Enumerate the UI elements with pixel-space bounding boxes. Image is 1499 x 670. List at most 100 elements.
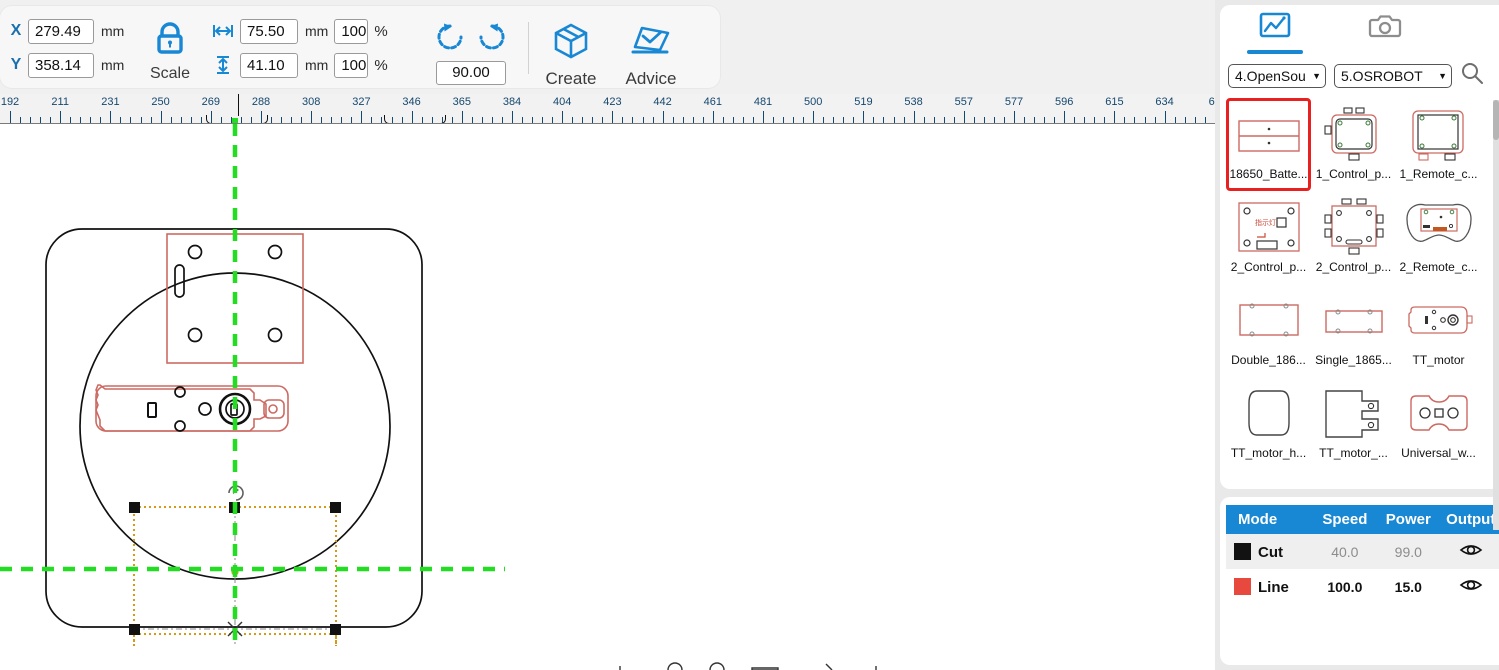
rotate-clockwise-icon[interactable] [477, 22, 507, 57]
thumbnail-1-remote-control[interactable]: 1_Remote_c... [1396, 98, 1481, 191]
ruler-label: 500 [804, 96, 823, 108]
ruler-label: 327 [352, 96, 371, 108]
ruler-minor-tick [451, 117, 453, 123]
header-output[interactable]: Output [1439, 505, 1499, 534]
thumbnail-universal-wheel[interactable]: Universal_w... [1396, 377, 1481, 470]
box-3d-icon [550, 23, 592, 66]
output-cell[interactable] [1439, 534, 1499, 569]
power-cell[interactable]: 15.0 [1377, 569, 1440, 604]
thumbnail-label: TT_motor_... [1319, 446, 1388, 460]
thumbnail-2-remote-control[interactable]: 2_Remote_c... [1396, 191, 1481, 284]
panel-tab-bar [1220, 5, 1499, 59]
ruler-major-tick [110, 111, 112, 123]
ruler-minor-tick [692, 117, 694, 123]
ruler-label: 346 [402, 96, 421, 108]
ruler-minor-tick [80, 117, 82, 123]
thumbnail-tt-motor-bracket[interactable]: TT_motor_... [1311, 377, 1396, 470]
height-percent-input[interactable]: 100 [334, 52, 369, 78]
thumbnail-tt-motor[interactable]: TT_motor [1396, 284, 1481, 377]
header-speed[interactable]: Speed [1312, 505, 1378, 534]
color-swatch[interactable] [1234, 542, 1251, 560]
ruler-major-tick [562, 111, 564, 123]
horizontal-arrows-icon [212, 20, 234, 42]
svg-text:指示灯: 指示灯 [1255, 218, 1276, 227]
x-position-row: X 279.49 mm [8, 16, 124, 46]
thumbnail-2-control-panel-a[interactable]: 指示灯 2_Control_p... [1226, 191, 1311, 284]
ruler-label: 481 [753, 96, 773, 108]
tab-camera[interactable] [1330, 11, 1440, 59]
ruler-minor-tick [893, 117, 895, 123]
speed-cell[interactable]: 100.0 [1312, 569, 1378, 604]
thumbnail-18650-battery[interactable]: 18650_Batte... [1226, 98, 1311, 191]
table-row[interactable]: Cut 40.0 99.0 [1226, 534, 1499, 569]
ruler-minor-tick [622, 117, 624, 123]
mode-cell[interactable]: Line [1226, 569, 1313, 604]
thumbnail-label: 1_Remote_c... [1399, 167, 1478, 181]
double-18650-icon [1230, 287, 1308, 353]
ruler-major-tick [913, 111, 915, 123]
ruler-minor-tick [381, 117, 383, 123]
library-panel: 4.OpenSou ▼ 5.OSROBOT ▼ 18650_Batte... 1… [1220, 5, 1499, 489]
thumbnail-label: 2_Control_p... [1315, 260, 1392, 274]
header-mode[interactable]: Mode [1226, 505, 1313, 534]
color-swatch[interactable] [1234, 577, 1251, 595]
thumbnail-single-18650[interactable]: Single_1865... [1311, 284, 1396, 377]
panel-scrollbar-thumb[interactable] [1493, 100, 1499, 140]
ruler-major-tick [361, 111, 363, 123]
ruler-minor-tick [1104, 117, 1106, 123]
ruler-label: 423 [603, 96, 622, 108]
search-icon[interactable] [1460, 61, 1484, 90]
ruler-minor-tick [1154, 117, 1156, 123]
ruler-label: 211 [51, 96, 69, 108]
remote-2-icon [1400, 194, 1478, 260]
thumbnail-1-control-panel[interactable]: 1_Control_p... [1311, 98, 1396, 191]
ruler-minor-tick [943, 117, 945, 123]
power-cell[interactable]: 99.0 [1377, 534, 1440, 569]
category-select[interactable]: 5.OSROBOT ▼ [1334, 63, 1452, 88]
thumbnail-2-control-panel-b[interactable]: 2_Control_p... [1311, 191, 1396, 284]
ruler-label: 250 [151, 96, 170, 108]
advice-button[interactable]: Advice [612, 20, 690, 89]
handle-mid-left [129, 624, 140, 635]
eye-icon[interactable] [1459, 580, 1483, 596]
tab-library[interactable] [1220, 11, 1330, 59]
ruler-minor-tick [491, 117, 493, 123]
design-canvas[interactable] [0, 124, 1215, 646]
scale-lock-button[interactable]: Scale [140, 18, 200, 83]
x-position-input[interactable]: 279.49 [28, 18, 94, 44]
rotation-angle-input[interactable]: 90.00 [436, 61, 506, 85]
ruler-minor-tick [281, 117, 283, 123]
thumbnail-double-18650[interactable]: Double_186... [1226, 284, 1311, 377]
ruler-minor-tick [1024, 117, 1026, 123]
ruler-major-tick [863, 111, 865, 123]
ruler-minor-tick [682, 117, 684, 123]
width-input[interactable]: 75.50 [240, 18, 298, 44]
y-position-input[interactable]: 358.14 [28, 52, 94, 78]
width-percent-input[interactable]: 100 [334, 18, 369, 44]
eye-icon[interactable] [1459, 545, 1483, 561]
ruler-minor-tick [331, 117, 333, 123]
ruler-major-tick [662, 111, 664, 123]
create-button[interactable]: Create [532, 20, 610, 89]
tt-motor-icon [1400, 287, 1478, 353]
ruler-cursor [238, 94, 239, 116]
ruler-minor-tick [120, 117, 122, 123]
ruler-label: 231 [101, 96, 120, 108]
thumbnail-tt-motor-holder[interactable]: TT_motor_h... [1226, 377, 1311, 470]
height-input[interactable]: 41.10 [240, 52, 298, 78]
table-row[interactable]: Line 100.0 15.0 [1226, 569, 1499, 604]
thumbnail-label: 2_Remote_c... [1399, 260, 1478, 274]
ruler-label: 365 [452, 96, 471, 108]
header-power[interactable]: Power [1377, 505, 1440, 534]
panel-scrollbar[interactable] [1493, 100, 1499, 530]
lock-icon [150, 22, 190, 62]
ruler-label: 596 [1055, 96, 1074, 108]
output-cell[interactable] [1439, 569, 1499, 604]
horizontal-ruler[interactable]: 192 211 231 250 269 288 308 327 346 365 384 404 423 4… [0, 94, 1215, 124]
thumbnail-label: 18650_Batte... [1229, 167, 1308, 181]
library-select[interactable]: 4.OpenSou ▼ [1228, 63, 1326, 88]
speed-cell[interactable]: 40.0 [1312, 534, 1378, 569]
mode-cell[interactable]: Cut [1226, 534, 1313, 569]
rotate-counterclockwise-icon[interactable] [435, 22, 465, 57]
part-mid-board[interactable] [95, 384, 289, 432]
